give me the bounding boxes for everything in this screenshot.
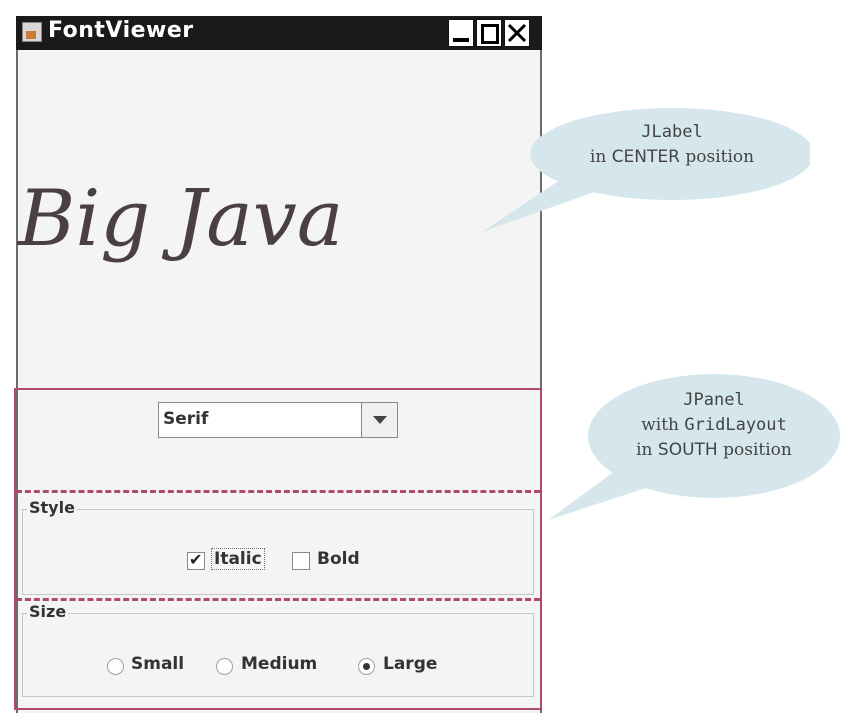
callout-keyword: GridLayout	[684, 415, 787, 435]
checkmark-icon: ✔	[189, 550, 203, 569]
callout-layout-line: with GridLayout	[588, 413, 840, 438]
callout-text-prefix: in	[589, 147, 612, 167]
window-title: FontViewer	[48, 18, 194, 43]
callout-text-prefix: in	[636, 440, 658, 460]
bold-checkbox[interactable]	[292, 552, 310, 570]
italic-label[interactable]: Italic	[211, 548, 265, 570]
close-icon[interactable]	[504, 19, 530, 47]
callout-position-line: in SOUTH position	[588, 438, 840, 463]
grid-divider	[16, 490, 540, 493]
jlabel-callout: JLabel in CENTER position	[470, 106, 810, 236]
size-group: Size Small Medium Large	[22, 602, 534, 697]
style-group-title: Style	[27, 498, 77, 517]
callout-class-name: JLabel	[641, 122, 703, 142]
style-group: Style ✔ Italic Bold	[22, 498, 534, 595]
radio-selected-dot	[363, 663, 370, 670]
maximize-icon[interactable]	[476, 19, 502, 47]
callout-text-suffix: position	[679, 147, 755, 167]
small-radio[interactable]	[107, 658, 124, 675]
jpanel-callout-text: JPanel with GridLayout in SOUTH position	[588, 388, 840, 463]
combobox-selected-value: Serif	[163, 409, 209, 429]
font-family-combobox[interactable]: Serif	[158, 402, 398, 438]
callout-keyword: SOUTH	[657, 440, 718, 460]
title-bar[interactable]: FontViewer	[16, 16, 542, 50]
large-radio[interactable]	[358, 658, 375, 675]
medium-label[interactable]: Medium	[241, 654, 317, 674]
small-label[interactable]: Small	[131, 654, 184, 674]
south-panel: Serif Style ✔ Italic Bold Size Small Med…	[14, 388, 542, 710]
jlabel-callout-text: JLabel in CENTER position	[540, 120, 804, 170]
callout-class-name: JPanel	[683, 390, 745, 410]
medium-radio[interactable]	[216, 658, 233, 675]
callout-keyword: CENTER	[611, 147, 680, 167]
big-java-label: Big Java	[18, 174, 344, 264]
italic-checkbox[interactable]: ✔	[187, 550, 205, 570]
chevron-down-icon[interactable]	[361, 403, 397, 437]
grid-divider	[16, 598, 540, 601]
jpanel-callout: JPanel with GridLayout in SOUTH position	[548, 370, 843, 530]
callout-text-prefix: with	[641, 415, 685, 435]
callout-text-suffix: position	[717, 440, 792, 460]
size-group-title: Size	[27, 602, 69, 621]
minimize-icon[interactable]	[448, 19, 474, 47]
java-app-icon	[22, 22, 42, 42]
callout-position-line: in CENTER position	[540, 145, 804, 170]
large-label[interactable]: Large	[383, 654, 437, 674]
bold-label[interactable]: Bold	[317, 549, 360, 569]
